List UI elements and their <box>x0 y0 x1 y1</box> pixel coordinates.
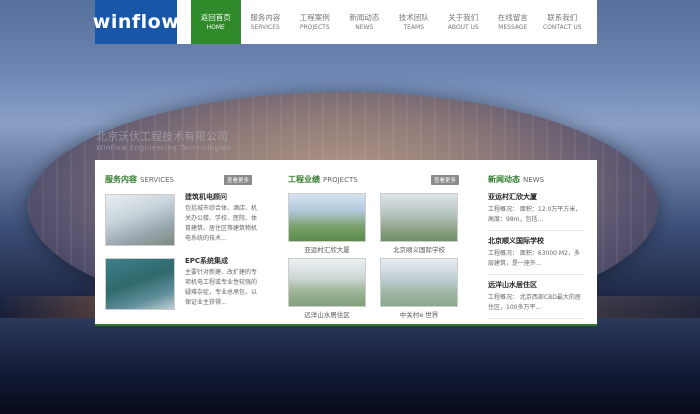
news-title: 新闻动态 <box>488 175 520 184</box>
nav-item-home[interactable]: 返回首页 HOME <box>191 0 241 44</box>
nav-item-label: 联系我们 <box>547 12 578 22</box>
services-more-button[interactable]: 查看更多 <box>224 175 253 185</box>
project-item[interactable]: 亚运村汇欣大厦 <box>288 193 366 254</box>
background-water <box>0 318 700 414</box>
nav-item-news[interactable]: 新闻动态 NEWS <box>340 0 390 44</box>
content-panel: 服务内容 SERVICES 查看更多 建筑机电顾问 包括城市综合体、酒店、机关办公… <box>95 160 597 326</box>
nav-item-label: 在线留言 <box>497 12 528 22</box>
nav-item-sublabel: SERVICES <box>250 23 280 31</box>
nav-item-label: 关于我们 <box>448 12 479 22</box>
nav-item-label: 服务内容 <box>250 12 281 22</box>
news-title-link[interactable]: 远洋山水居住区 <box>488 280 583 290</box>
nav-item-label: 新闻动态 <box>349 12 380 22</box>
service-thumbnail[interactable] <box>105 194 175 246</box>
project-image[interactable] <box>380 258 458 307</box>
projects-title-en: PROJECTS <box>323 176 358 184</box>
projects-heading: 工程业绩 PROJECTS <box>288 174 358 185</box>
projects-title: 工程业绩 <box>288 175 320 184</box>
company-watermark: 北京沃伏工程技术有限公司 Winflow Engineering Technol… <box>96 128 231 152</box>
services-title: 服务内容 <box>105 175 137 184</box>
nav-item-sublabel: TEAMS <box>403 23 425 31</box>
news-text: 工程概况： 面积：12.0万平方米，高度：98m，包括... <box>488 206 582 223</box>
nav-item-sublabel: PROJECTS <box>299 23 330 31</box>
news-item[interactable]: 远洋山水居住区 工程概况： 北京西部CBD最大的居住区，100多万平... <box>488 280 583 319</box>
service-text: 主要针对新建、改扩建的专项机电工程或专业性较强的疑难杂症，专业总承包，以保证业主… <box>185 269 258 306</box>
service-title[interactable]: EPC系统集成 <box>185 256 228 266</box>
services-title-en: SERVICES <box>140 176 174 184</box>
service-thumbnail[interactable] <box>105 258 175 310</box>
nav-item-label: 返回首页 <box>200 12 231 22</box>
watermark-en: Winflow Engineering Technologies <box>96 144 231 152</box>
nav-item-sublabel: NEWS <box>355 23 374 31</box>
project-item[interactable]: 北京顺义国际学校 <box>380 193 458 254</box>
divider <box>488 274 583 275</box>
nav-item-label: 技术团队 <box>398 12 429 22</box>
divider <box>488 230 583 231</box>
project-caption[interactable]: 亚运村汇欣大厦 <box>288 244 366 254</box>
logo[interactable]: winflow <box>93 0 179 44</box>
nav-item-sublabel: CONTACT US <box>542 23 582 31</box>
project-image[interactable] <box>288 193 366 242</box>
project-image[interactable] <box>288 258 366 307</box>
news-title-link[interactable]: 北京顺义国际学校 <box>488 236 583 246</box>
services-heading: 服务内容 SERVICES <box>105 174 174 185</box>
nav-item-projects[interactable]: 工程案例 PROJECTS <box>290 0 340 44</box>
project-item[interactable]: 中关村e 世界 <box>380 258 458 319</box>
nav-item-about[interactable]: 关于我们 ABOUT US <box>439 0 489 44</box>
divider <box>488 318 583 319</box>
main-menu: 返回首页 HOME 服务内容 SERVICES 工程案例 PROJECTS 新闻… <box>191 0 597 44</box>
news-title-link[interactable]: 亚运村汇欣大厦 <box>488 192 583 202</box>
watermark-cn: 北京沃伏工程技术有限公司 <box>96 130 228 143</box>
news-item[interactable]: 北京顺义国际学校 工程概况： 面积：63000 M2，多层建筑，是一座外... <box>488 236 583 275</box>
service-title[interactable]: 建筑机电顾问 <box>185 192 227 202</box>
project-item[interactable]: 远洋山水居住区 <box>288 258 366 319</box>
news-text: 工程概况： 北京西部CBD最大的居住区，100多万平... <box>488 294 581 311</box>
nav-item-sublabel: MESSAGE <box>498 23 528 31</box>
top-nav: winflow 返回首页 HOME 服务内容 SERVICES 工程案例 PRO… <box>93 0 597 44</box>
project-image[interactable] <box>380 193 458 242</box>
project-caption[interactable]: 北京顺义国际学校 <box>380 244 458 254</box>
nav-item-label: 工程案例 <box>299 12 330 22</box>
news-text: 工程概况： 面积：63000 M2，多层建筑，是一座外... <box>488 250 580 267</box>
nav-item-services[interactable]: 服务内容 SERVICES <box>241 0 291 44</box>
nav-item-message[interactable]: 在线留言 MESSAGE <box>488 0 538 44</box>
nav-item-sublabel: HOME <box>206 23 225 31</box>
nav-item-sublabel: ABOUT US <box>447 23 479 31</box>
news-title-en: NEWS <box>523 176 545 184</box>
news-heading: 新闻动态 NEWS <box>488 174 544 185</box>
news-item[interactable]: 亚运村汇欣大厦 工程概况： 面积：12.0万平方米，高度：98m，包括... <box>488 192 583 231</box>
project-caption[interactable]: 远洋山水居住区 <box>288 309 366 319</box>
projects-more-button[interactable]: 查看更多 <box>431 175 460 185</box>
nav-item-teams[interactable]: 技术团队 TEAMS <box>389 0 439 44</box>
project-caption[interactable]: 中关村e 世界 <box>380 309 458 319</box>
service-text: 包括城市综合体、酒店、机关办公楼、学校、医院、体育建筑、居住区等建筑物机电系统的… <box>185 205 258 242</box>
nav-item-contact[interactable]: 联系我们 CONTACT US <box>538 0 588 44</box>
